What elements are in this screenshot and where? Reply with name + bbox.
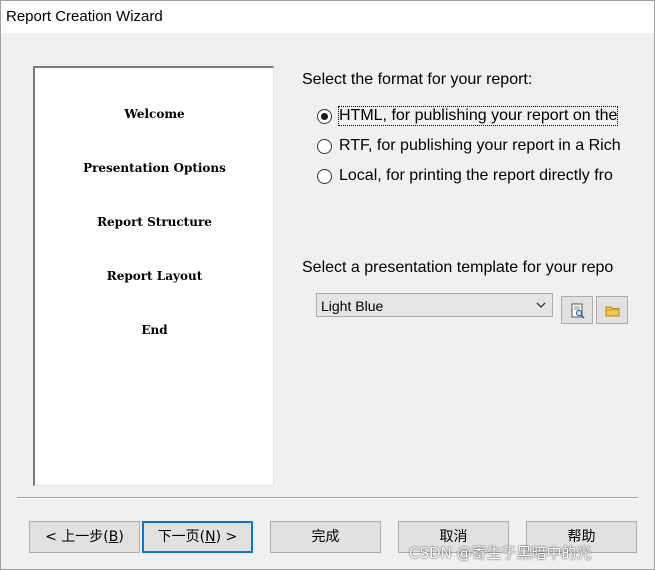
next-button-text: 下一页( [157, 529, 206, 545]
wizard-dialog: Report Creation Wizard Welcome Presentat… [0, 0, 655, 570]
step-report-structure: Report Structure [97, 215, 212, 229]
preview-template-button[interactable] [561, 296, 593, 324]
finish-button[interactable]: 完成 [270, 521, 381, 553]
next-button-suffix: ) > [215, 529, 238, 545]
template-heading: Select a presentation template for your … [302, 259, 614, 276]
button-separator [17, 497, 638, 499]
radio-rtf[interactable] [317, 139, 332, 154]
title-bar[interactable]: Report Creation Wizard [1, 1, 654, 33]
wizard-steps-panel: Welcome Presentation Options Report Stru… [33, 66, 274, 486]
format-option-html-label: HTML, for publishing your report on the [337, 106, 619, 126]
step-report-layout: Report Layout [106, 269, 203, 283]
step-end: End [141, 323, 168, 337]
format-option-rtf-label: RTF, for publishing your report in a Ric… [339, 137, 621, 154]
radio-local[interactable] [317, 169, 332, 184]
format-option-local[interactable]: Local, for printing the report directly … [317, 167, 654, 188]
back-button-text: < 上一步( [45, 529, 109, 545]
window-title: Report Creation Wizard [6, 8, 163, 25]
back-button[interactable]: < 上一步(B) [29, 521, 140, 553]
next-button[interactable]: 下一页(N) > [142, 521, 253, 553]
step-presentation-options: Presentation Options [83, 161, 226, 175]
preview-icon [571, 303, 585, 319]
format-option-html[interactable]: HTML, for publishing your report on the [317, 106, 654, 128]
chevron-down-icon [536, 302, 546, 308]
format-option-local-label: Local, for printing the report directly … [339, 167, 613, 184]
back-button-key: B [108, 529, 119, 545]
next-button-key: N [205, 529, 216, 545]
step-welcome: Welcome [124, 107, 185, 121]
format-option-rtf[interactable]: RTF, for publishing your report in a Ric… [317, 137, 654, 158]
format-heading: Select the format for your report: [302, 71, 533, 88]
watermark-text: CSDN @寄生于黑暗中的光 [409, 544, 592, 562]
template-select[interactable]: Light Blue [316, 293, 553, 317]
folder-icon [605, 306, 620, 317]
template-select-value: Light Blue [321, 298, 384, 314]
open-template-button[interactable] [596, 296, 628, 324]
radio-html[interactable] [317, 109, 332, 124]
back-button-suffix: ) [118, 529, 124, 545]
